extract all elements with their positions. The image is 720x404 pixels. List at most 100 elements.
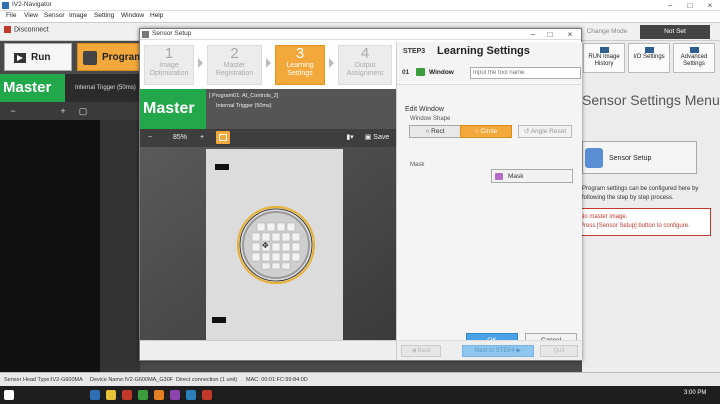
setup-description: Program settings can be configured here …	[582, 186, 699, 201]
io-icon	[644, 47, 654, 53]
dialog-trigger: Internal Trigger (50ms)	[216, 103, 272, 109]
dialog-title-bar: Sensor Setup – □ ×	[140, 29, 581, 40]
dialog-close-icon[interactable]: ×	[562, 29, 578, 40]
tool-number: 01	[402, 69, 410, 76]
back-button[interactable]: ◀ Back	[401, 345, 441, 357]
program-button[interactable]: Program	[77, 43, 144, 71]
dialog-minimize-icon[interactable]: –	[525, 29, 541, 40]
learning-settings-panel: STEP3 Learning Settings 01 Window Edit W…	[396, 42, 583, 347]
quit-button[interactable]: Quit	[540, 345, 578, 357]
run-image-history-button[interactable]: RUN Image History	[583, 43, 625, 73]
next-arrow-icon: ▶	[514, 348, 521, 354]
zoom-out-icon[interactable]: −	[144, 131, 156, 145]
disconnect-button[interactable]: Disconnect	[4, 26, 49, 33]
edge-icon[interactable]	[90, 390, 100, 400]
warning-line-2: Press [Sensor Setup] button to configure…	[580, 223, 690, 229]
step-arrow-icon	[198, 58, 203, 68]
circle-shape-button[interactable]: ○ Circle	[460, 125, 512, 138]
step-2-number: 2	[230, 45, 239, 62]
panel-divider	[397, 84, 583, 85]
warning-box: No master image. Press [Sensor Setup] bu…	[575, 208, 711, 236]
advanced-settings-label: Advanced Settings	[680, 54, 708, 67]
maximize-icon[interactable]: □	[680, 0, 700, 11]
app-title-bar: IV2-Navigator – □ ×	[0, 0, 720, 11]
zoom-in-icon[interactable]: +	[196, 131, 208, 145]
app-taskbar-icon[interactable]	[122, 390, 132, 400]
play-icon	[14, 53, 26, 63]
mask-button[interactable]: Mask	[491, 169, 573, 183]
step-3-number: 3	[295, 45, 305, 62]
app-taskbar-icon-3[interactable]	[154, 390, 164, 400]
wizard-nav-bar: ◀ Back Next to STEP4 ▶ Quit	[396, 340, 582, 360]
app-taskbar-icon-5[interactable]	[186, 390, 196, 400]
dialog-master-badge: Master	[140, 89, 206, 129]
sensor-setup-button[interactable]: Sensor Setup	[582, 141, 697, 174]
app-taskbar-icon-4[interactable]	[170, 390, 180, 400]
step-4-tab[interactable]: 4 Output Assignment	[338, 45, 392, 85]
step-arrow-icon	[266, 58, 271, 68]
next-step-button[interactable]: Next to STEP4 ▶	[462, 345, 534, 357]
back-label: Back	[417, 348, 431, 354]
advanced-settings-button[interactable]: Advanced Settings	[673, 43, 715, 73]
move-handle-icon[interactable]: ✥	[262, 241, 269, 250]
fit-to-window-button[interactable]	[216, 131, 230, 144]
start-icon[interactable]	[4, 390, 14, 400]
mask-icon	[495, 173, 503, 180]
edit-window-label: Edit Window	[405, 106, 444, 113]
camera-image-svg: ✥	[140, 147, 396, 340]
program-icon	[83, 51, 97, 65]
zoom-in-icon[interactable]: +	[58, 106, 68, 116]
run-label: Run	[31, 52, 51, 63]
menu-sensor[interactable]: Sensor	[44, 12, 65, 19]
camera-image[interactable]: ✥	[140, 147, 396, 340]
menu-image[interactable]: Image	[69, 12, 87, 19]
mask-button-label: Mask	[508, 173, 524, 180]
dialog-title: Sensor Setup	[152, 30, 192, 37]
taskbar: 3:00 PM	[0, 386, 720, 404]
change-mode-button[interactable]: Change Mode	[582, 25, 632, 39]
settings-menu-title: Sensor Settings Menu	[582, 92, 720, 108]
run-button[interactable]: Run	[4, 43, 72, 71]
menu-view[interactable]: View	[24, 12, 38, 19]
minimize-icon[interactable]: –	[660, 0, 680, 11]
rect-label: Rect	[431, 128, 445, 135]
save-icon: ▣	[364, 134, 374, 141]
io-settings-button[interactable]: I/O Settings	[628, 43, 670, 73]
dialog-footer-left	[140, 340, 396, 360]
program-label: Program	[102, 52, 144, 63]
layout-menu-icon[interactable]: ▮▾	[342, 131, 358, 145]
sensor-setup-icon	[585, 148, 603, 168]
zoom-level: 85%	[172, 134, 187, 141]
step-1-tab[interactable]: 1 Image Optimization	[144, 45, 194, 85]
tool-name-input[interactable]	[470, 67, 581, 79]
step-1-number: 1	[164, 45, 174, 62]
marker-top	[215, 164, 229, 170]
close-icon[interactable]: ×	[700, 0, 720, 11]
connection-status: Direct connection (1 unit)	[176, 377, 238, 383]
dialog-maximize-icon[interactable]: □	[542, 29, 558, 40]
app-taskbar-icon-2[interactable]	[138, 390, 148, 400]
save-button[interactable]: ▣ Save	[362, 131, 392, 145]
fit-icon[interactable]: ▢	[78, 106, 88, 116]
step-3-tab[interactable]: 3 Learning Settings	[275, 45, 325, 85]
step-4-label: Output Assignment	[346, 62, 384, 77]
app-taskbar-icon-6[interactable]	[202, 390, 212, 400]
rect-shape-button[interactable]: ○ Rect	[409, 125, 461, 138]
step-4-number: 4	[360, 45, 370, 62]
taskbar-clock: 3:00 PM	[684, 390, 707, 396]
menu-setting[interactable]: Setting	[94, 12, 114, 19]
window-shape-label: Window Shape	[410, 116, 451, 122]
menu-help[interactable]: Help	[150, 12, 163, 19]
menu-window[interactable]: Window	[121, 12, 144, 19]
angle-reset-button[interactable]: ↺ Angle Reset	[518, 125, 572, 138]
image-viewer-background	[0, 120, 100, 372]
step-arrow-icon	[329, 58, 334, 68]
angle-reset-label: Angle Reset	[530, 128, 567, 135]
settings-area	[582, 41, 720, 372]
folder-icon[interactable]	[106, 390, 116, 400]
zoom-out-icon[interactable]: −	[8, 106, 18, 116]
sensor-setup-dialog: Sensor Setup – □ × 1 Image Optimization …	[139, 28, 583, 361]
program-name: [ Program01: AI_Controls_2]	[209, 93, 279, 99]
menu-file[interactable]: File	[6, 12, 16, 19]
step-2-tab[interactable]: 2 Master Registration	[207, 45, 262, 85]
